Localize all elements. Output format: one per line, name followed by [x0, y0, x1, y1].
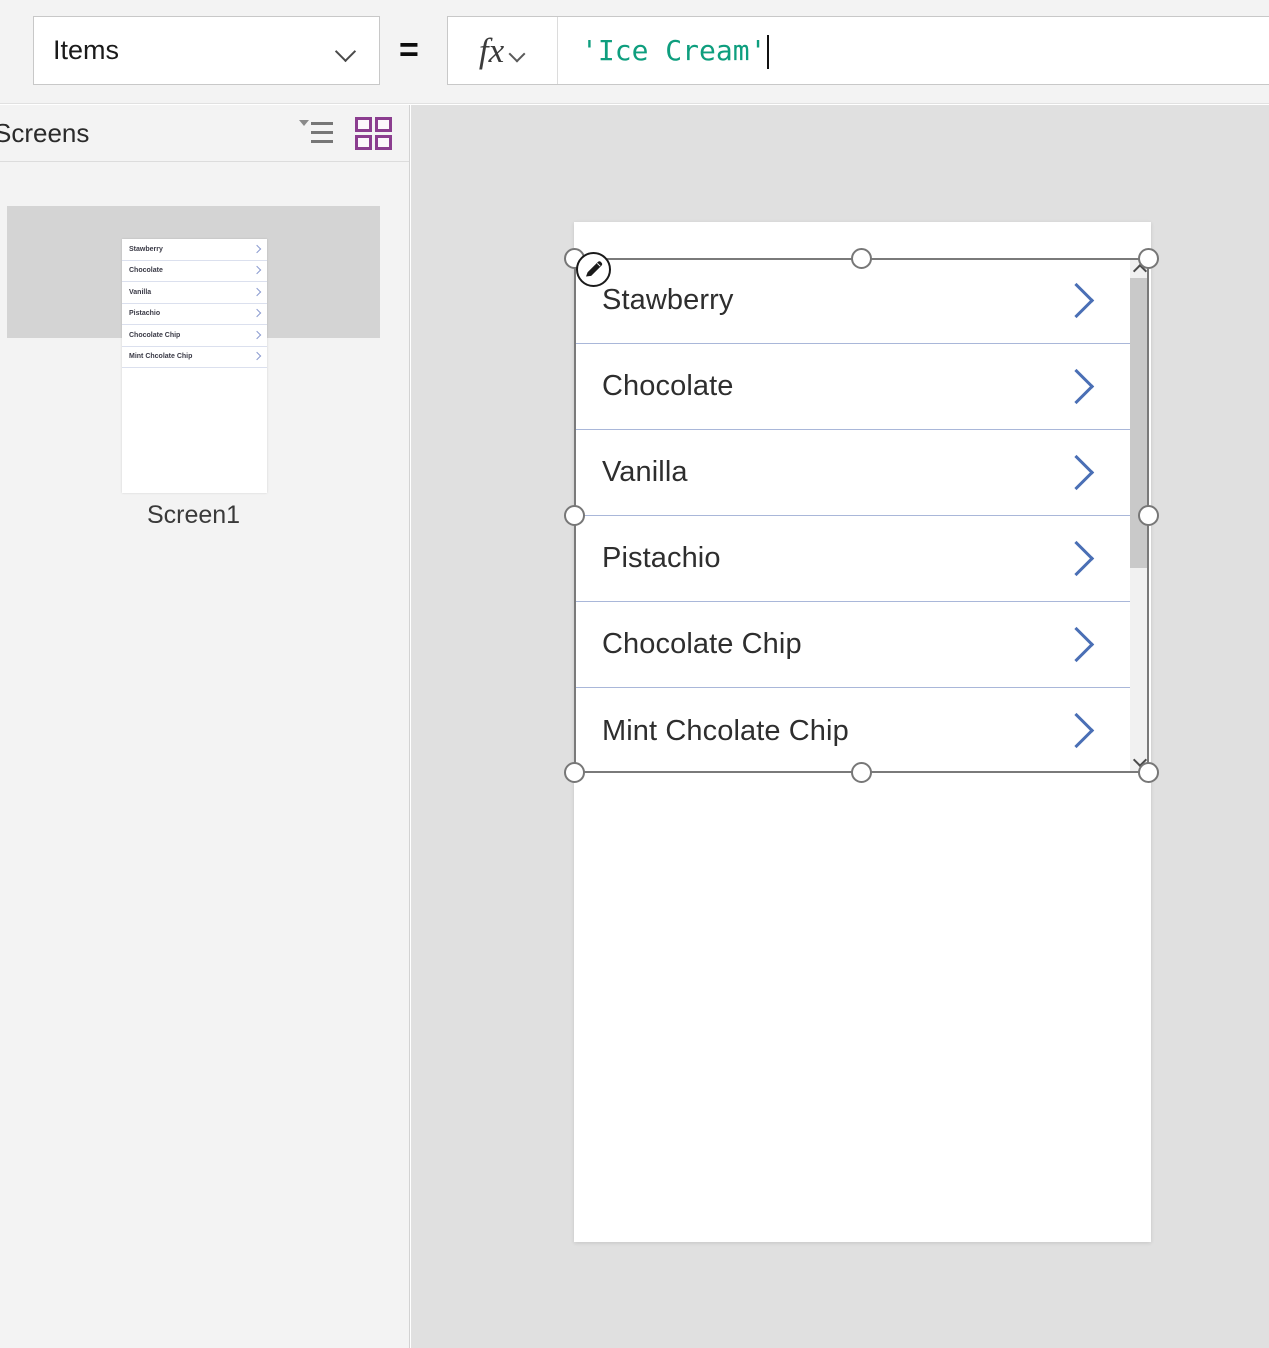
text-caret — [767, 34, 770, 69]
list-item-label: Chocolate — [129, 267, 163, 275]
list-item: Stawberry — [122, 239, 267, 261]
property-dropdown[interactable]: Items — [33, 16, 380, 85]
chevron-right-icon — [254, 310, 261, 317]
screens-panel-header: Screens — [0, 105, 409, 162]
screen-tile-label: Screen1 — [146, 501, 241, 529]
gallery-item[interactable]: Chocolate — [574, 344, 1130, 430]
chevron-right-icon[interactable] — [1062, 367, 1096, 407]
resize-handle-bottom-left[interactable] — [564, 762, 585, 783]
grid-view-icon[interactable] — [355, 117, 393, 150]
chevron-down-icon — [509, 45, 526, 62]
chevron-right-icon[interactable] — [1062, 539, 1096, 579]
resize-handle-middle-left[interactable] — [564, 505, 585, 526]
gallery-item-label: Chocolate — [602, 370, 734, 402]
chevron-right-icon[interactable] — [1062, 453, 1096, 493]
gallery-item[interactable]: Pistachio — [574, 516, 1130, 602]
chevron-right-icon — [254, 289, 261, 296]
resize-handle-bottom-right[interactable] — [1138, 762, 1159, 783]
list-item-label: Stawberry — [129, 245, 163, 253]
formula-input[interactable]: 'Ice Cream' — [558, 17, 1269, 84]
list-item-label: Chocolate Chip — [129, 331, 181, 339]
chevron-right-icon — [254, 267, 261, 274]
chevron-down-icon — [335, 40, 357, 62]
gallery-control[interactable]: Stawberry Chocolate Vanilla Pistachio Ch… — [574, 258, 1149, 773]
chevron-right-icon[interactable] — [1062, 711, 1096, 751]
gallery-item[interactable]: Stawberry — [574, 258, 1130, 344]
screens-panel: Screens Stawberry Chocolate Vanilla Pist — [0, 105, 410, 1348]
gallery-item-label: Mint Chcolate Chip — [602, 714, 849, 747]
resize-handle-bottom-center[interactable] — [851, 762, 872, 783]
gallery-item[interactable]: Chocolate Chip — [574, 602, 1130, 688]
tree-list-icon[interactable] — [297, 118, 333, 148]
screen-tile-screen1[interactable]: Stawberry Chocolate Vanilla Pistachio Ch… — [7, 206, 380, 529]
gallery-item-label: Pistachio — [602, 542, 721, 574]
resize-handle-top-center[interactable] — [851, 248, 872, 269]
list-item-label: Mint Chcolate Chip — [129, 353, 193, 361]
formula-text: 'Ice Cream' — [581, 34, 767, 67]
list-item: Mint Chcolate Chip — [122, 347, 267, 368]
resize-handle-top-right[interactable] — [1138, 248, 1159, 269]
pencil-icon[interactable] — [576, 252, 611, 287]
list-item: Pistachio — [122, 304, 267, 325]
chevron-right-icon — [254, 332, 261, 339]
gallery-item-label: Stawberry — [602, 284, 734, 316]
property-dropdown-label: Items — [53, 35, 120, 65]
gallery-item-label: Vanilla — [602, 456, 688, 488]
fx-button[interactable]: fx — [448, 17, 558, 84]
list-item: Chocolate Chip — [122, 325, 267, 347]
gallery-item[interactable]: Mint Chcolate Chip — [574, 688, 1130, 773]
fx-icon: fx — [478, 30, 505, 70]
chevron-right-icon[interactable] — [1062, 281, 1096, 321]
formula-bar: fx 'Ice Cream' — [447, 16, 1269, 85]
canvas-area[interactable]: Stawberry Chocolate Vanilla Pistachio Ch… — [411, 105, 1269, 1348]
gallery-rows: Stawberry Chocolate Vanilla Pistachio Ch… — [574, 258, 1130, 773]
formula-toolbar: Items = fx 'Ice Cream' — [0, 0, 1269, 104]
page-title: Screens — [0, 117, 90, 148]
list-item: Vanilla — [122, 282, 267, 304]
gallery-item-label: Chocolate Chip — [602, 628, 802, 660]
screen-thumbnail: Stawberry Chocolate Vanilla Pistachio Ch… — [122, 239, 267, 493]
list-item: Chocolate — [122, 261, 267, 282]
chevron-right-icon — [254, 353, 261, 360]
chevron-right-icon[interactable] — [1062, 625, 1096, 665]
chevron-right-icon — [254, 246, 261, 253]
gallery-item[interactable]: Vanilla — [574, 430, 1130, 516]
list-item-label: Pistachio — [129, 310, 161, 318]
list-item-label: Vanilla — [129, 288, 152, 296]
resize-handle-middle-right[interactable] — [1138, 505, 1159, 526]
equals-sign: = — [399, 31, 419, 69]
